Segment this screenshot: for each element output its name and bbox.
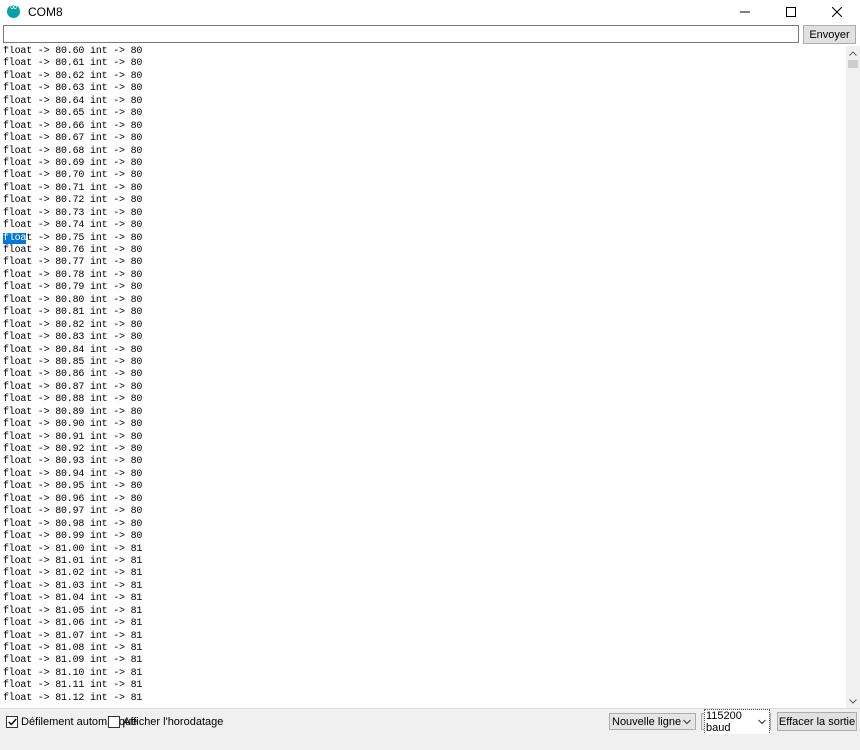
maximize-button[interactable] (768, 0, 814, 23)
output-line: float -> 80.94 int -> 80 (3, 468, 143, 480)
scroll-thumb[interactable] (848, 60, 858, 68)
output-line: float -> 80.77 int -> 80 (3, 257, 143, 269)
output-line: float -> 80.62 int -> 80 (3, 70, 143, 82)
chevron-up-icon (849, 50, 857, 56)
send-input[interactable] (3, 25, 799, 43)
clear-output-button[interactable]: Effacer la sortie (777, 712, 857, 731)
output-line: float -> 80.90 int -> 80 (3, 419, 143, 431)
checkmark-icon (7, 718, 17, 726)
close-button[interactable] (814, 0, 860, 23)
output-line: float -> 80.69 int -> 80 (3, 157, 143, 169)
output-line: float -> 80.97 int -> 80 (3, 506, 143, 518)
output-line: float -> 81.02 int -> 81 (3, 568, 143, 580)
chevron-down-icon (758, 719, 766, 725)
output-line: float -> 80.73 int -> 80 (3, 207, 143, 219)
output-line: float -> 81.10 int -> 81 (3, 667, 143, 679)
output-line: float -> 80.91 int -> 80 (3, 431, 143, 443)
output-line: float -> 81.03 int -> 81 (3, 580, 143, 592)
output-line: float -> 80.66 int -> 80 (3, 120, 143, 132)
output-line: float -> 80.60 int -> 80 (3, 46, 143, 57)
output-line: float -> 81.05 int -> 81 (3, 605, 143, 617)
output-line: float -> 80.85 int -> 80 (3, 356, 143, 368)
output-line: float -> 80.83 int -> 80 (3, 332, 143, 344)
output-line: float -> 81.00 int -> 81 (3, 543, 143, 555)
title-bar: COM8 (0, 0, 860, 23)
window-bottom-edge (0, 734, 860, 750)
output-line: float -> 80.92 int -> 80 (3, 444, 143, 455)
serial-output[interactable]: float -> 80.60 int -> 80 float -> 80.61 i… (2, 46, 846, 708)
scroll-up-button[interactable] (846, 46, 860, 60)
output-line: float -> 80.87 int -> 80 (3, 381, 143, 393)
close-icon (832, 6, 842, 17)
baud-select[interactable]: 115200 baud (701, 708, 771, 735)
output-line: float -> 80.86 int -> 80 (3, 369, 143, 381)
output-line: float -> 80.61 int -> 80 (3, 58, 143, 70)
output-line: float -> 80.64 int -> 80 (3, 95, 143, 107)
chevron-down-icon (849, 698, 857, 704)
send-row: Envoyer (0, 23, 860, 45)
output-line: float -> 81.04 int -> 81 (3, 593, 143, 605)
output-line: float -> 80.88 int -> 80 (3, 394, 143, 406)
output-line: float -> 80.65 int -> 80 (3, 108, 143, 120)
text-selection: floa (3, 232, 27, 244)
output-line: float -> 80.71 int -> 80 (3, 182, 143, 194)
output-line-text: t -> 80.75 int -> 80 (26, 232, 143, 244)
output-line: float -> 80.80 int -> 80 (3, 294, 143, 306)
output-line: float -> 80.96 int -> 80 (3, 493, 143, 505)
output-line: float -> 80.98 int -> 80 (3, 518, 143, 530)
output-line: float -> 80.67 int -> 80 (3, 133, 143, 145)
line-ending-value: Nouvelle ligne (612, 715, 682, 728)
window-controls (722, 0, 860, 23)
send-button[interactable]: Envoyer (803, 25, 856, 44)
output-line: float -> 81.11 int -> 81 (3, 680, 143, 692)
output-line: float -> 80.70 int -> 80 (3, 170, 143, 182)
output-line: float -> 81.06 int -> 81 (3, 618, 143, 630)
output-line: float -> 81.08 int -> 81 (3, 643, 143, 654)
timestamp-checkbox[interactable]: Afficher l'horodatage (108, 716, 223, 728)
output-line: float -> 81.01 int -> 81 (3, 555, 143, 567)
output-line: float -> 80.72 int -> 80 (3, 195, 143, 207)
timestamp-label: Afficher l'horodatage (123, 716, 224, 728)
output-line: float -> 80.78 int -> 80 (3, 269, 143, 281)
output-line: float -> 80.79 int -> 80 (3, 282, 143, 294)
output-line: float -> 80.81 int -> 80 (3, 307, 143, 319)
output-line: float -> 80.99 int -> 80 (3, 531, 143, 543)
output-line: float -> 80.93 int -> 80 (3, 456, 143, 468)
minimize-button[interactable] (722, 0, 768, 23)
output-line: float -> 80.95 int -> 80 (3, 481, 143, 493)
output-line: float -> 80.82 int -> 80 (3, 319, 143, 331)
output-line: float -> 81.07 int -> 81 (3, 630, 143, 642)
output-line: float -> 80.89 int -> 80 (3, 406, 143, 418)
minimize-icon (740, 11, 750, 12)
output-line: float -> 81.12 int -> 81 (3, 692, 143, 704)
output-line: float -> 80.63 int -> 80 (3, 83, 143, 95)
output-line: float -> 80.84 int -> 80 (3, 344, 143, 356)
status-bar: Défilement automatique Afficher l'horoda… (0, 708, 860, 735)
chevron-down-icon (683, 719, 691, 725)
arduino-icon (7, 2, 20, 18)
output-line: float -> 81.09 int -> 81 (3, 655, 143, 667)
output-line: float -> 80.68 int -> 80 (3, 145, 143, 157)
output-line: float -> 80.75 int -> 80 (2, 232, 846, 245)
maximize-icon (786, 6, 796, 17)
output-line: float -> 80.74 int -> 80 (3, 220, 143, 232)
vertical-scrollbar[interactable] (846, 46, 860, 708)
timestamp-box[interactable] (108, 716, 120, 728)
autoscroll-box[interactable] (6, 716, 18, 728)
scroll-down-button[interactable] (846, 694, 860, 708)
line-ending-select[interactable]: Nouvelle ligne (609, 713, 696, 730)
window-title: COM8 (28, 4, 63, 19)
output-line: float -> 80.76 int -> 80 (3, 245, 143, 256)
